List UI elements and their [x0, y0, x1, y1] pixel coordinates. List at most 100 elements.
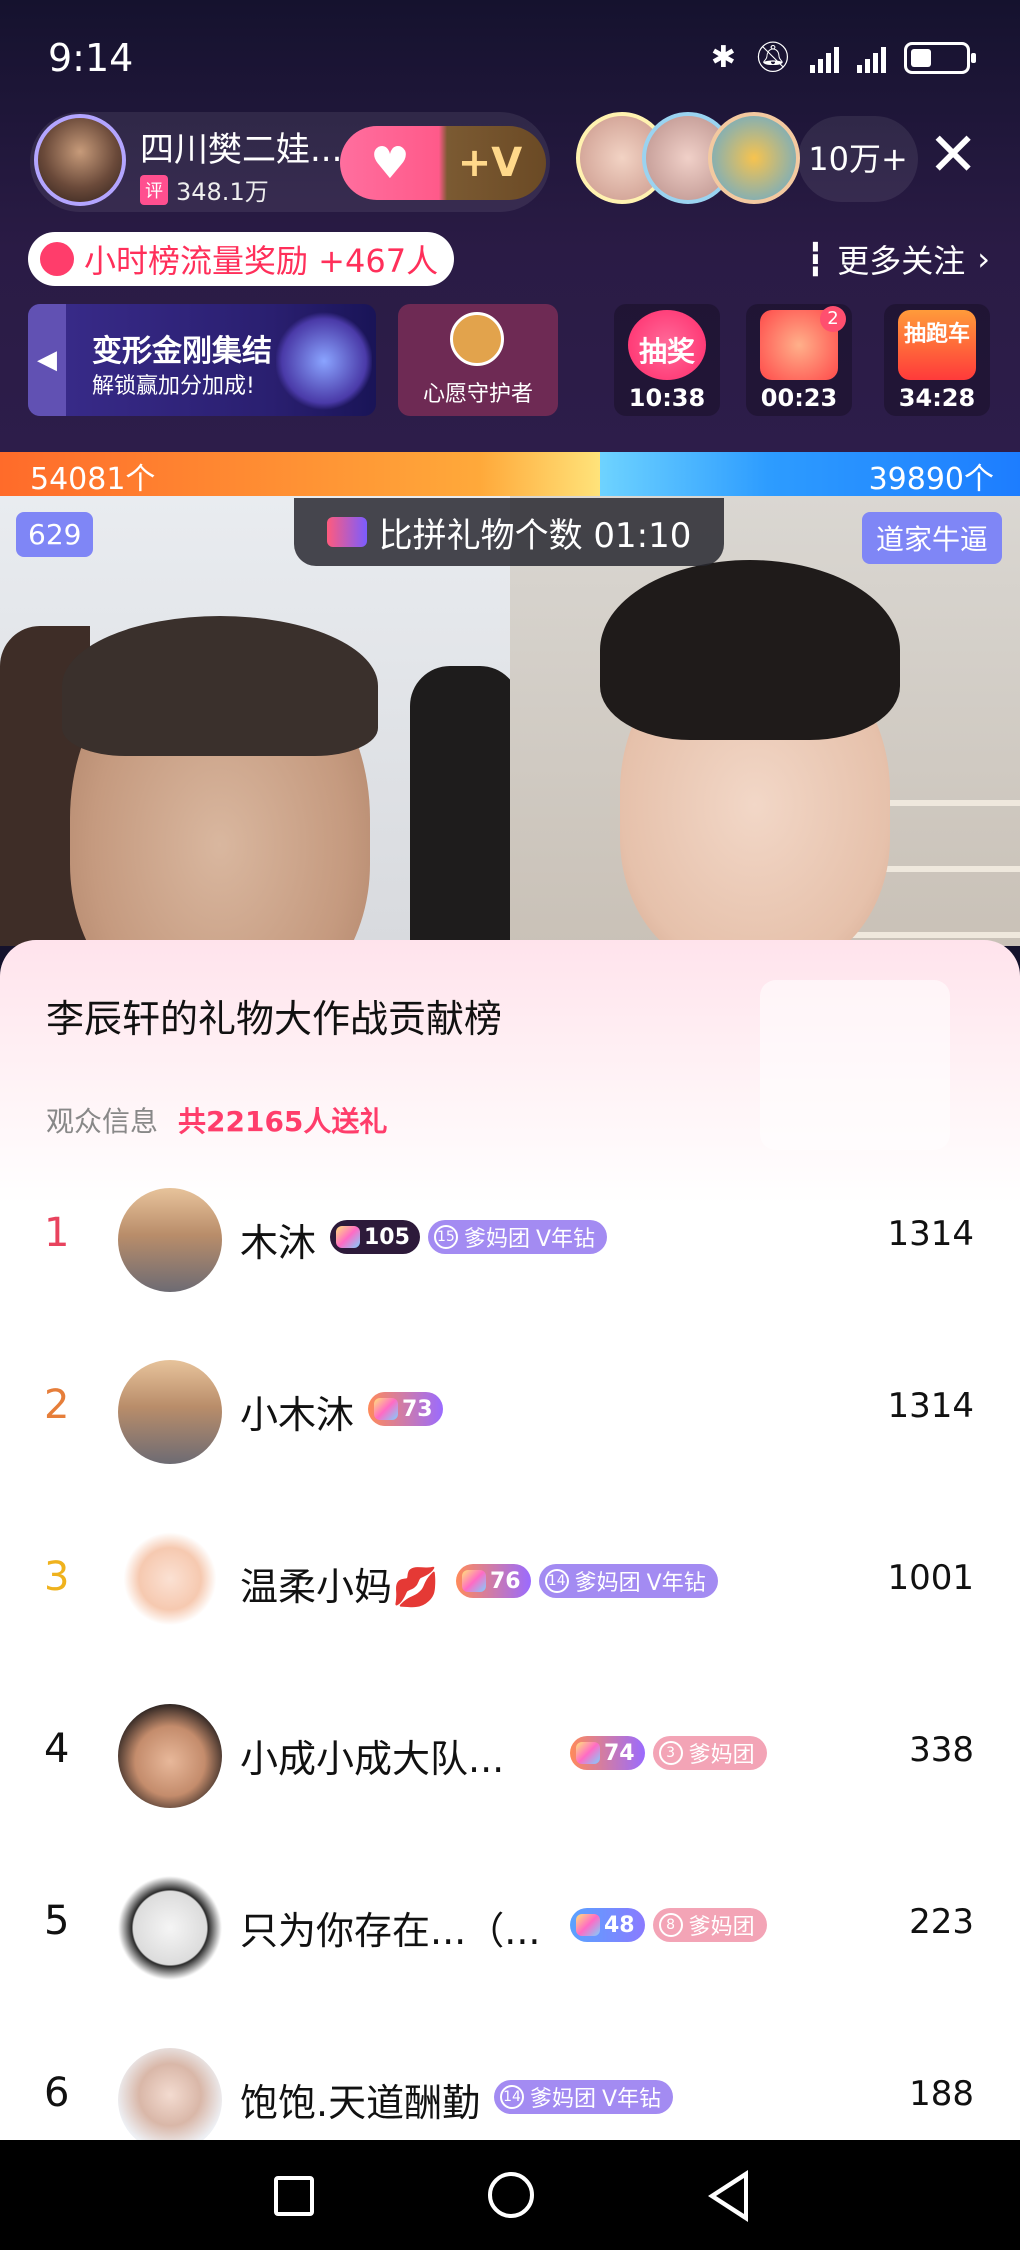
score-value: 348.1万 [176, 178, 269, 206]
user-badges: 14 爹妈团 V年钻 [494, 2080, 674, 2114]
streamer-avatar[interactable] [34, 114, 126, 206]
hourly-reward-banner[interactable]: 小时榜流量奖励 +467人 [28, 232, 455, 286]
more-follow-button[interactable]: ┇ 更多关注 › [806, 236, 990, 282]
contribution-score: 338 [909, 1730, 974, 1770]
fan-club-badge: 14 爹妈团 V年钻 [538, 1564, 718, 1598]
status-icons: ✱ 🔕︎ [710, 40, 976, 75]
plus-v-icon: +V [457, 140, 523, 186]
avatar[interactable] [118, 1188, 222, 1292]
wish-guard-label: 心愿守护者 [422, 382, 533, 407]
pk-title: 比拼礼物个数 01:10 [294, 498, 724, 566]
rank-number: 4 [44, 1726, 70, 1772]
heart-icon: ♥ [370, 137, 410, 189]
contribution-score: 188 [909, 2074, 974, 2114]
user-name: 小木沐 [240, 1393, 355, 1437]
status-time: 9:14 [48, 36, 134, 80]
battery-icon [904, 41, 976, 74]
more-follow-label: 更多关注 [837, 242, 966, 280]
level-badge: 105 [330, 1220, 420, 1254]
rank-number: 1 [44, 1210, 70, 1256]
follow-button[interactable]: ♥ +V [340, 126, 546, 200]
contribution-score: 1314 [887, 1214, 974, 1254]
lottery-timer[interactable]: 抽奖 10:38 [614, 304, 720, 416]
user-name: 小成小成大队... [240, 1737, 505, 1781]
bluetooth-icon: ✱ [710, 40, 736, 75]
streamer-name[interactable]: 四川樊二娃... [140, 122, 342, 171]
wish-guard-button[interactable]: 心愿守护者 [398, 304, 558, 416]
ranking-row[interactable]: 2 小木沐 73 1314 [0, 1326, 1020, 1498]
streamer-hair-right [600, 560, 900, 740]
user-badges: 105 15 爹妈团 V年钻 [330, 1220, 608, 1254]
notification-badge: 2 [820, 306, 846, 332]
guard-icon [450, 312, 504, 366]
gem-icon [576, 1914, 600, 1936]
viewer-count[interactable]: 10万+ [798, 116, 918, 202]
rank-number: 5 [44, 1898, 70, 1944]
viewer-avatar[interactable] [708, 112, 800, 204]
chevron-left-icon[interactable]: ◀ [28, 304, 66, 416]
back-icon[interactable] [708, 2170, 748, 2222]
avatar[interactable] [118, 1532, 222, 1636]
top-viewers[interactable] [576, 112, 800, 204]
signal-icon-2 [857, 43, 886, 73]
contribution-score: 223 [909, 1902, 974, 1942]
level-badge: 74 [570, 1736, 645, 1770]
ranking-row[interactable]: 1 木沐 105 15 爹妈团 V年钻 1314 [0, 1154, 1020, 1326]
car-lottery-timer[interactable]: 抽跑车 34:28 [884, 304, 990, 416]
user-name: 木沐 [240, 1221, 317, 1265]
rank-number: 6 [44, 2070, 70, 2116]
user-name: 温柔小妈💋 [240, 1565, 440, 1609]
background-person [410, 666, 510, 946]
fan-club-badge: 15 爹妈团 V年钻 [427, 1220, 608, 1254]
signal-icon [810, 43, 839, 73]
gem-icon [374, 1398, 398, 1420]
user-name: 饱饱.天道酬勤 [240, 2081, 481, 2125]
pk-title-text: 比拼礼物个数 01:10 [378, 515, 692, 556]
contribution-score: 1001 [887, 1558, 974, 1598]
recent-apps-icon[interactable] [274, 2176, 314, 2216]
user-badges: 48 8 爹妈团 [570, 1908, 767, 1942]
rank-number: 3 [44, 1554, 70, 1600]
score-badge: 评 [140, 174, 168, 205]
ranking-row[interactable]: 3 温柔小妈💋 76 14 爹妈团 V年钻 1001 [0, 1498, 1020, 1670]
pk-right-count: 39890个 [868, 462, 994, 497]
panel-title: 李辰轩的礼物大作战贡献榜 [46, 997, 503, 1041]
level-badge: 73 [368, 1392, 443, 1426]
gem-icon [336, 1226, 360, 1248]
gem-icon [576, 1742, 600, 1764]
gift-timer[interactable]: 2 00:23 [746, 304, 852, 416]
contribution-score: 1314 [887, 1386, 974, 1426]
contribution-panel: 李辰轩的礼物大作战贡献榜 观众信息 共22165人送礼 1 木沐 105 15 爹… [0, 940, 1020, 2152]
user-badges: 73 [368, 1392, 443, 1426]
car-lottery-time: 34:28 [898, 384, 976, 412]
left-tag: 629 [16, 512, 94, 557]
avatar[interactable] [118, 1704, 222, 1808]
gift-icon [326, 517, 367, 547]
pk-left-count: 54081个 [30, 462, 156, 497]
user-badges: 76 14 爹妈团 V年钻 [456, 1564, 718, 1598]
avatar[interactable] [118, 1876, 222, 1980]
chart-icon: ┇ [805, 240, 826, 278]
gem-icon [462, 1570, 486, 1592]
streamer-score: 评 348.1万 [140, 172, 269, 207]
audience-count: 共22165人送礼 [178, 1105, 388, 1138]
audience-info-tab[interactable]: 观众信息 [46, 1100, 158, 1140]
fan-club-badge: 8 爹妈团 [652, 1908, 767, 1942]
user-name: 只为你存在...（... [240, 1909, 541, 1953]
gift-box-icon [760, 980, 950, 1150]
chevron-right-icon: › [977, 240, 990, 278]
robot-icon [276, 310, 372, 412]
gift-time: 00:23 [760, 384, 838, 412]
avatar[interactable] [118, 1360, 222, 1464]
fan-club-badge: 3 爹妈团 [652, 1736, 767, 1770]
home-icon[interactable] [488, 2172, 534, 2218]
user-badges: 74 3 爹妈团 [570, 1736, 767, 1770]
close-icon[interactable]: ✕ [928, 120, 978, 190]
promo-title: 变形金刚集结 [92, 334, 272, 369]
ranking-row[interactable]: 4 小成小成大队... 74 3 爹妈团 338 [0, 1670, 1020, 1842]
level-badge: 76 [456, 1564, 531, 1598]
ranking-row[interactable]: 5 只为你存在...（... 48 8 爹妈团 223 [0, 1842, 1020, 2014]
lottery-time: 10:38 [628, 384, 706, 412]
avatar[interactable] [118, 2048, 222, 2152]
right-tag[interactable]: 道家牛逼 [861, 512, 1002, 564]
